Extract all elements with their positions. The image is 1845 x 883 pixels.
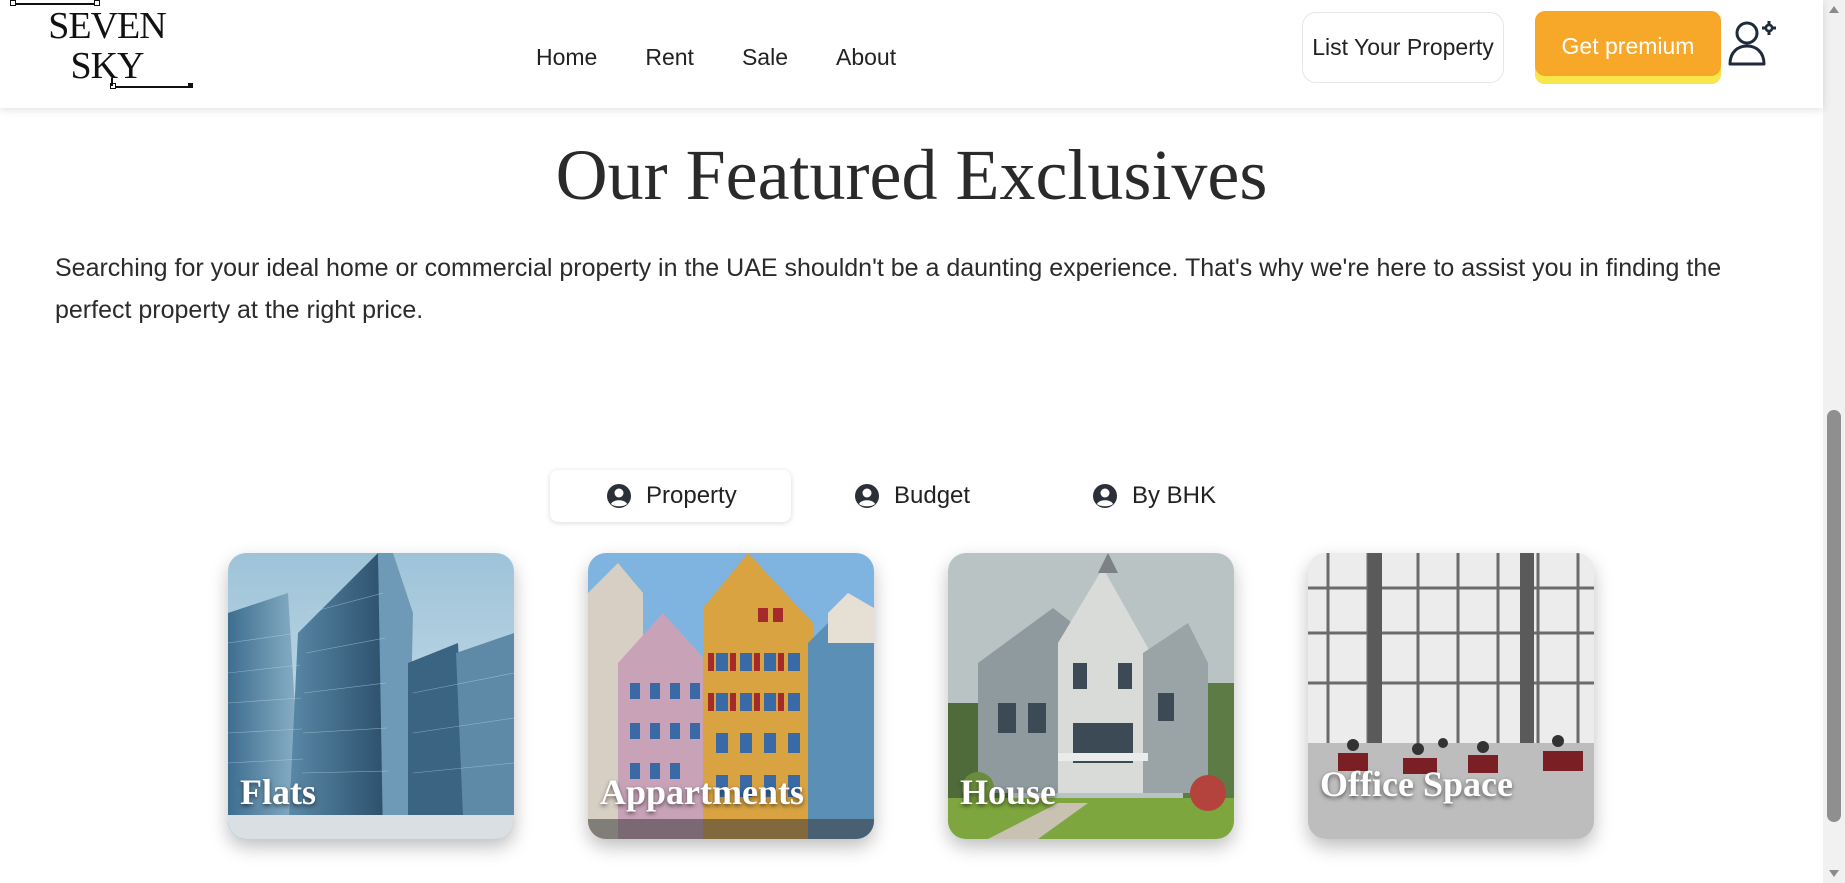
logo-line-2: SKY	[70, 45, 144, 87]
logo-decor-dot	[188, 83, 193, 88]
section-title: Our Featured Exclusives	[555, 135, 1268, 215]
nav-sale[interactable]: Sale	[742, 44, 788, 71]
nav-home[interactable]: Home	[536, 44, 597, 71]
card-label: Office Space	[1320, 764, 1513, 804]
nav-about[interactable]: About	[836, 44, 896, 71]
card-house[interactable]: House	[948, 553, 1234, 839]
card-flats[interactable]: Flats	[228, 553, 514, 839]
scroll-thumb[interactable]	[1827, 410, 1841, 822]
tab-label: Property	[646, 482, 737, 509]
top-navbar: SEVEN SKY Home Rent Sale About List Your…	[0, 0, 1823, 108]
tab-budget[interactable]: Budget	[854, 470, 1054, 522]
card-appartments[interactable]: Appartments	[588, 553, 874, 839]
card-label: House	[960, 772, 1057, 812]
user-circle-icon	[855, 484, 879, 508]
tab-by-bhk[interactable]: By BHK	[1092, 470, 1292, 522]
scroll-down-arrow-icon[interactable]	[1829, 870, 1839, 877]
tab-label: Budget	[894, 482, 971, 509]
scroll-up-arrow-icon[interactable]	[1829, 6, 1839, 13]
user-circle-icon	[607, 484, 631, 508]
section-intro: Searching for your ideal home or commerc…	[55, 254, 1722, 324]
tab-label: By BHK	[1132, 482, 1217, 509]
seven-sky-logo[interactable]: SEVEN SKY	[10, 0, 193, 96]
tab-property[interactable]: Property	[550, 470, 791, 522]
get-premium-button[interactable]: Get premium	[1535, 11, 1721, 84]
user-circle-icon	[1093, 484, 1117, 508]
page-scrollbar[interactable]	[1823, 0, 1845, 883]
list-property-button[interactable]: List Your Property	[1302, 12, 1504, 83]
logo-wordmark: SEVEN SKY	[37, 6, 177, 86]
logo-line-1: SEVEN	[48, 5, 166, 47]
nav-rent[interactable]: Rent	[645, 44, 694, 71]
card-label: Flats	[240, 772, 316, 812]
user-settings-icon[interactable]	[1726, 16, 1778, 68]
logo-decor-line	[112, 86, 192, 88]
logo-decor-dot	[10, 0, 16, 6]
logo-decor-line	[111, 78, 113, 86]
card-label: Appartments	[600, 772, 804, 812]
card-office-space[interactable]: Office Space	[1308, 553, 1594, 839]
main-nav: Home Rent Sale About	[536, 44, 896, 71]
